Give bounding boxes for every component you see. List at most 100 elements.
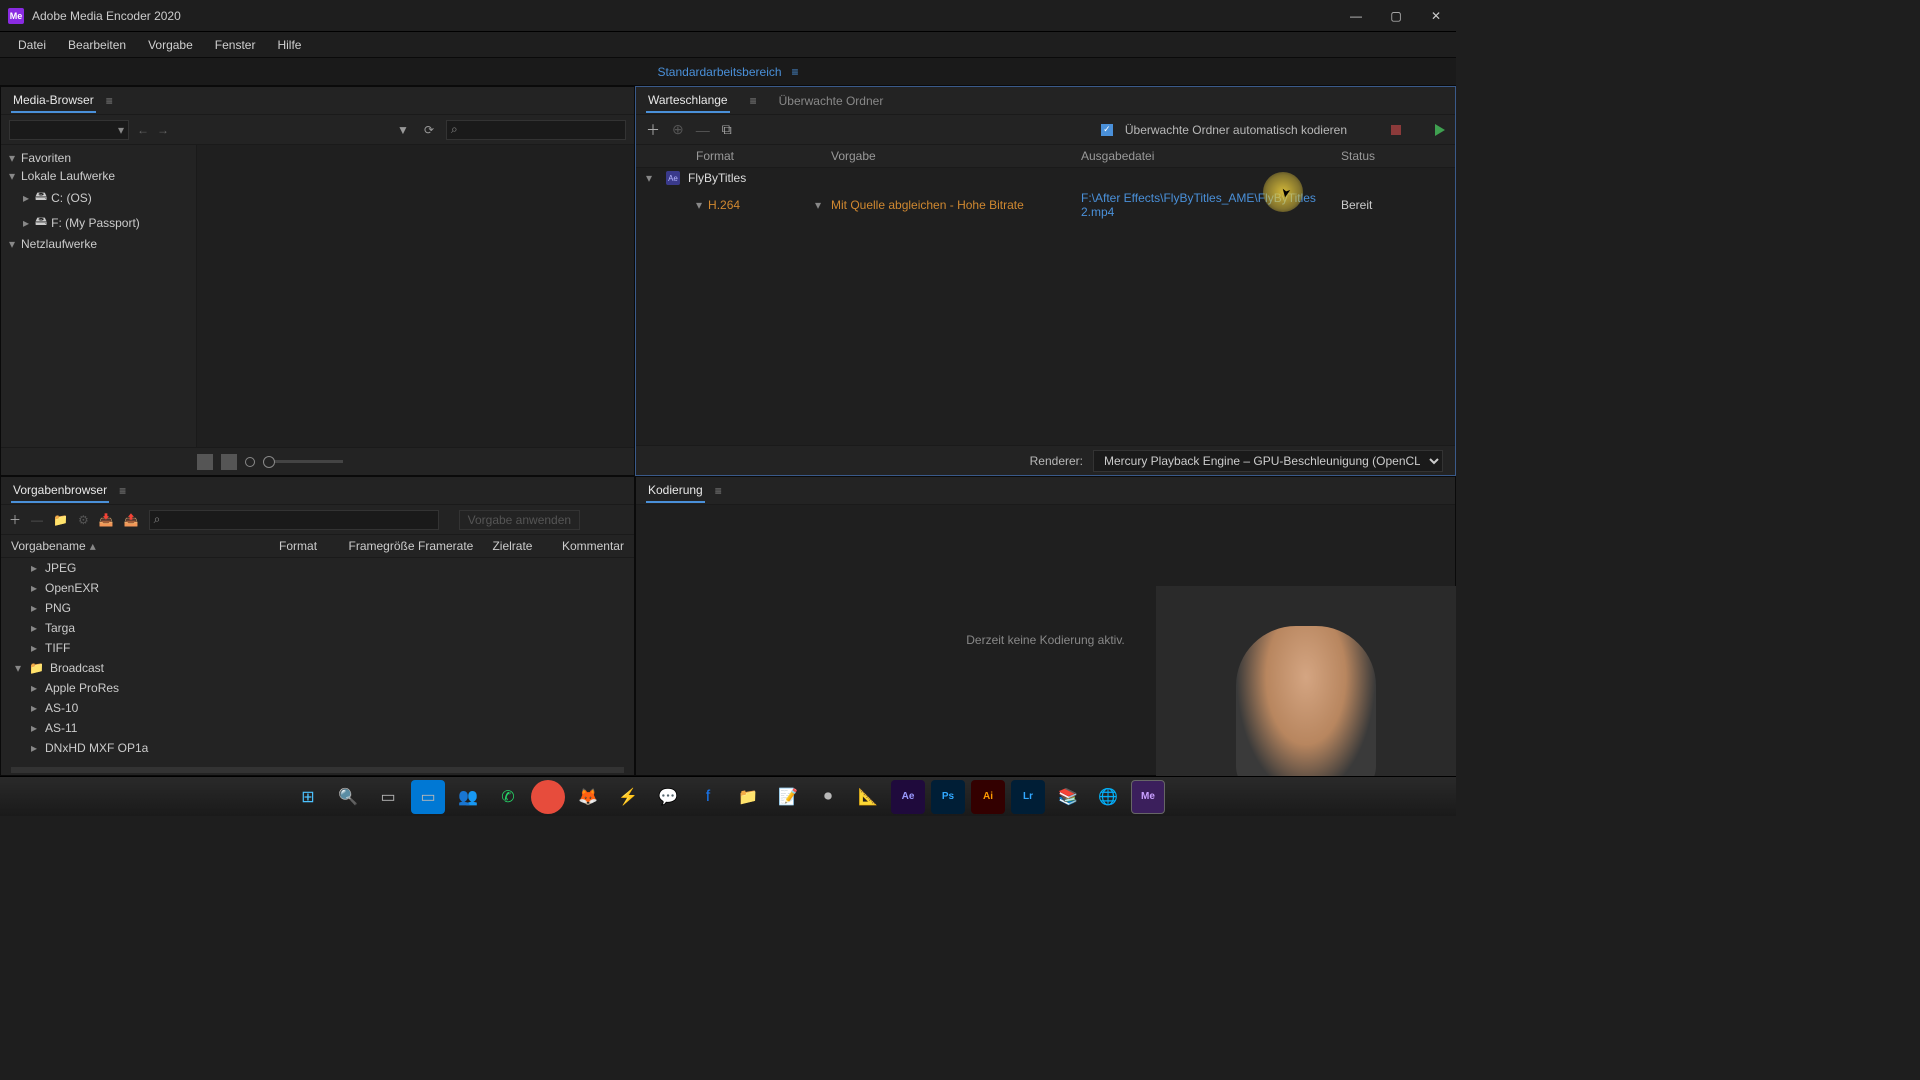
new-group-button[interactable]: 📁: [53, 513, 68, 527]
lightroom-icon[interactable]: Lr: [1011, 780, 1045, 814]
nav-back-icon[interactable]: ←: [137, 123, 149, 137]
queue-tab[interactable]: Warteschlange: [646, 89, 730, 113]
renderer-select[interactable]: Mercury Playback Engine – GPU-Beschleuni…: [1093, 450, 1443, 472]
preset-browser-tab[interactable]: Vorgabenbrowser: [11, 479, 109, 503]
taskbar-app[interactable]: 📝: [771, 780, 805, 814]
preset-list[interactable]: ▸JPEG ▸OpenEXR ▸PNG ▸Targa ▸TIFF ▾📁Broad…: [1, 558, 634, 765]
taskbar-app[interactable]: 📐: [851, 780, 885, 814]
watched-folders-tab[interactable]: Überwachte Ordner: [777, 90, 886, 112]
queue-body[interactable]: ▾ Ae FlyByTitles ▾ H.264 ▾ Mit Quelle ab…: [636, 168, 1455, 445]
delete-preset-button[interactable]: —: [31, 513, 43, 527]
firefox-icon[interactable]: 🦊: [571, 780, 605, 814]
preset-item[interactable]: ▸OpenEXR: [1, 578, 634, 598]
preset-item[interactable]: ▸DNxHD MXF OP1a: [1, 738, 634, 758]
encoding-tab[interactable]: Kodierung: [646, 479, 705, 503]
preset-settings-button[interactable]: ⚙: [78, 513, 89, 527]
tree-favorites[interactable]: ▾Favoriten: [1, 149, 196, 167]
media-search-input[interactable]: [446, 120, 626, 140]
preset-item[interactable]: ▸JPEG: [1, 558, 634, 578]
obs-icon[interactable]: ⏺: [811, 780, 845, 814]
sort-up-icon[interactable]: ▴: [90, 539, 96, 553]
output-preset[interactable]: Mit Quelle abgleichen - Hohe Bitrate: [831, 198, 1081, 212]
preset-folder-broadcast[interactable]: ▾📁Broadcast: [1, 658, 634, 678]
preset-item[interactable]: ▸Targa: [1, 618, 634, 638]
taskbar-app[interactable]: ⚡: [611, 780, 645, 814]
workspace-label[interactable]: Standardarbeitsbereich: [657, 65, 781, 79]
tree-drive-f[interactable]: ▸🖴F: (My Passport): [1, 210, 196, 235]
export-preset-button[interactable]: 📤: [124, 513, 139, 527]
queue-comp-row[interactable]: ▾ Ae FlyByTitles: [636, 168, 1455, 188]
preset-item[interactable]: ▸AS-11: [1, 718, 634, 738]
thumbnail-size-slider[interactable]: [263, 460, 343, 463]
duplicate-button[interactable]: ⧉: [722, 121, 732, 138]
panel-menu-icon[interactable]: ≡: [119, 484, 126, 498]
col-comment-header[interactable]: Kommentar: [562, 539, 624, 553]
refresh-icon[interactable]: ⟳: [420, 123, 438, 137]
media-browser-tab[interactable]: Media-Browser: [11, 89, 96, 113]
taskbar-app[interactable]: 📚: [1051, 780, 1085, 814]
view-list-icon[interactable]: [197, 454, 213, 470]
panel-menu-icon[interactable]: ≡: [750, 94, 757, 108]
close-button[interactable]: ✕: [1424, 4, 1448, 28]
maximize-button[interactable]: ▢: [1384, 4, 1408, 28]
menu-vorgabe[interactable]: Vorgabe: [138, 34, 203, 56]
output-format[interactable]: H.264: [708, 198, 740, 212]
task-view-button[interactable]: ▭: [371, 780, 405, 814]
start-button[interactable]: ⊞: [291, 780, 325, 814]
whatsapp-icon[interactable]: ✆: [491, 780, 525, 814]
media-encoder-icon[interactable]: Me: [1131, 780, 1165, 814]
start-queue-button[interactable]: [1435, 124, 1445, 136]
apply-preset-button[interactable]: Vorgabe anwenden: [459, 510, 580, 530]
horizontal-scrollbar[interactable]: [11, 767, 624, 773]
queue-output-row[interactable]: ▾ H.264 ▾ Mit Quelle abgleichen - Hohe B…: [636, 188, 1455, 222]
col-format-header[interactable]: Format: [279, 539, 348, 553]
add-output-button[interactable]: ⊕: [672, 121, 684, 138]
output-path[interactable]: F:\After Effects\FlyByTitles_AME\FlyByTi…: [1081, 191, 1341, 219]
menu-datei[interactable]: Datei: [8, 34, 56, 56]
media-content-area[interactable]: [197, 145, 634, 447]
filter-icon[interactable]: ▼: [394, 123, 412, 137]
tree-local-drives[interactable]: ▾Lokale Laufwerke: [1, 167, 196, 185]
path-dropdown[interactable]: ▾: [9, 120, 129, 140]
add-source-button[interactable]: ＋: [646, 120, 660, 140]
nav-forward-icon[interactable]: →: [157, 123, 169, 137]
photoshop-icon[interactable]: Ps: [931, 780, 965, 814]
illustrator-icon[interactable]: Ai: [971, 780, 1005, 814]
format-dropdown-icon[interactable]: ▾: [815, 198, 821, 212]
search-button[interactable]: 🔍: [331, 780, 365, 814]
menu-bearbeiten[interactable]: Bearbeiten: [58, 34, 136, 56]
tree-drive-c[interactable]: ▸🖴C: (OS): [1, 185, 196, 210]
col-framesize-header[interactable]: Framegröße: [349, 539, 418, 553]
chevron-down-icon[interactable]: ▾: [646, 171, 658, 185]
facebook-icon[interactable]: f: [691, 780, 725, 814]
new-preset-button[interactable]: ＋: [9, 511, 21, 528]
import-preset-button[interactable]: 📥: [99, 513, 114, 527]
remove-button[interactable]: —: [696, 122, 710, 138]
preset-item[interactable]: ▸Apple ProRes: [1, 678, 634, 698]
chevron-down-icon[interactable]: ▾: [696, 198, 702, 212]
col-bitrate-header[interactable]: Zielrate: [492, 539, 561, 553]
preset-item[interactable]: ▸AS-10: [1, 698, 634, 718]
stop-queue-button[interactable]: [1391, 125, 1401, 135]
workspace-menu-icon[interactable]: ≡: [792, 65, 799, 79]
view-thumb-icon[interactable]: [221, 454, 237, 470]
minimize-button[interactable]: —: [1344, 4, 1368, 28]
messenger-icon[interactable]: 💬: [651, 780, 685, 814]
preset-search-input[interactable]: [149, 510, 439, 530]
taskbar-app[interactable]: 👥: [451, 780, 485, 814]
menu-hilfe[interactable]: Hilfe: [267, 34, 311, 56]
panel-menu-icon[interactable]: ≡: [715, 484, 722, 498]
tree-network[interactable]: ▾Netzlaufwerke: [1, 235, 196, 253]
col-framerate-header[interactable]: Framerate: [418, 539, 492, 553]
panel-menu-icon[interactable]: ≡: [106, 94, 113, 108]
taskbar-app[interactable]: 🌐: [1091, 780, 1125, 814]
auto-encode-checkbox[interactable]: ✓: [1101, 124, 1113, 136]
preset-item[interactable]: ▸TIFF: [1, 638, 634, 658]
after-effects-icon[interactable]: Ae: [891, 780, 925, 814]
taskbar-app[interactable]: ▭: [411, 780, 445, 814]
explorer-icon[interactable]: 📁: [731, 780, 765, 814]
col-name-header[interactable]: Vorgabename: [11, 539, 86, 553]
preset-item[interactable]: ▸PNG: [1, 598, 634, 618]
menu-fenster[interactable]: Fenster: [205, 34, 266, 56]
taskbar-app[interactable]: [531, 780, 565, 814]
